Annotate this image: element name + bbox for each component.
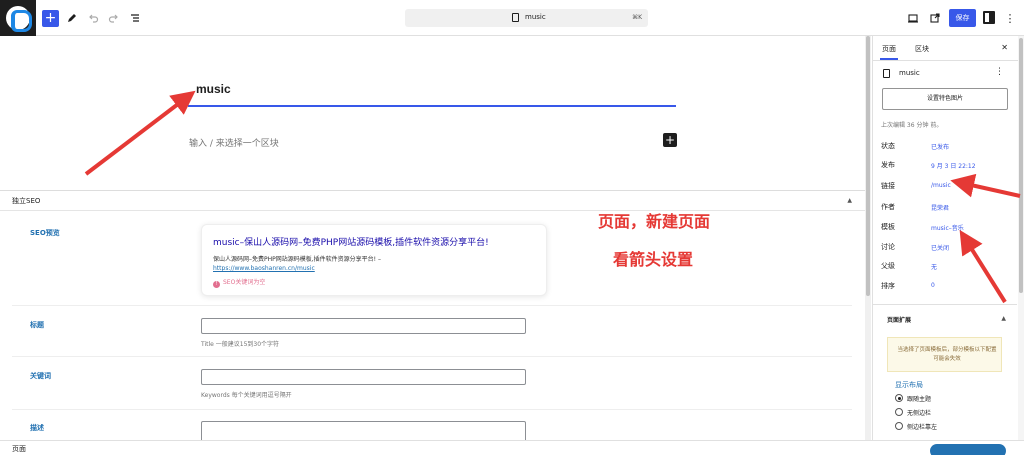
prop-template-value[interactable]: music–音乐 [931, 223, 964, 232]
seo-meta-box: 独立SEO ▲ SEO预览 music–保山人源码网–免费PHP网站源码模板,插… [0, 190, 866, 443]
seo-keyword-warning: ! SEO关键词为空 [213, 277, 265, 288]
seo-row-divider [12, 409, 852, 410]
view-page-external-icon[interactable] [929, 10, 941, 26]
sidebar-divider [873, 304, 1017, 305]
seo-preview-card: music–保山人源码网–免费PHP网站源码模板,插件软件资源分享平台! 保山人… [201, 224, 547, 296]
title-focus-underline [188, 105, 676, 107]
sidebar-scrollbar[interactable] [1018, 36, 1024, 440]
preview-device-icon[interactable] [907, 10, 919, 26]
block-placeholder[interactable]: 输入 / 来选择一个区块 [189, 136, 279, 149]
seo-title-help: Title 一般建议15到30个字符 [201, 341, 280, 348]
site-logo[interactable] [0, 0, 36, 36]
warning-icon: ! [213, 281, 220, 288]
seo-keywords-label: 关键词 [30, 372, 51, 380]
collapse-caret-icon[interactable]: ▲ [847, 197, 852, 204]
seo-preview-description: 保山人源码网–免费PHP网站源码模板,插件软件资源分享平台! – [213, 256, 381, 263]
prop-order-label: 排序 [881, 282, 895, 290]
prop-link-value[interactable]: /music [931, 182, 951, 189]
seo-preview-url[interactable]: https://www.baoshanren.cn/music [213, 265, 315, 272]
prop-discussion-value[interactable]: 已关闭 [931, 243, 949, 252]
block-inserter-toggle[interactable]: + [42, 10, 59, 27]
seo-title-input[interactable] [201, 318, 526, 334]
close-icon[interactable]: ✕ [1001, 43, 1008, 52]
layout-option-label: 无侧边栏 [907, 410, 932, 417]
prop-publish-value[interactable]: 9 月 3 日 22:12 [931, 161, 976, 170]
logo-mark-icon [6, 6, 32, 32]
editor-scrollbar-thumb[interactable] [866, 36, 870, 296]
settings-sidebar: 页面 区块 ✕ music ⋮ 设置特色图片 上次编辑 36 分钟 前。 状态 … [872, 36, 1024, 440]
page-doc-icon [883, 69, 890, 78]
seo-row-divider [12, 305, 852, 306]
layout-radio-no-sidebar[interactable] [895, 408, 903, 416]
footer-breadcrumb[interactable]: 页面 [12, 444, 26, 454]
inline-block-inserter-button[interactable]: + [663, 133, 677, 147]
prop-parent-label: 父级 [881, 262, 895, 270]
document-overview-icon[interactable] [129, 10, 141, 26]
command-bar-title: music [525, 13, 546, 21]
floating-help-button[interactable] [930, 444, 1006, 455]
redo-icon[interactable] [108, 10, 120, 26]
seo-title-label: 标题 [30, 321, 44, 329]
options-menu-icon[interactable]: ⋮ [1005, 10, 1016, 26]
layout-radio-sidebar-left[interactable] [895, 422, 903, 430]
annotation-text-1: 页面，新建页面 [598, 212, 711, 231]
sidebar-tabs: 页面 区块 ✕ [873, 36, 1024, 61]
page-extension-title[interactable]: 页面扩展 [887, 315, 911, 324]
editor-canvas: music 输入 / 来选择一个区块 + [0, 36, 866, 190]
collapse-caret-icon[interactable]: ▲ [1001, 315, 1006, 322]
prop-status-value[interactable]: 已发布 [931, 142, 949, 151]
prop-link-label: 链接 [881, 182, 895, 190]
tab-block[interactable]: 区块 [915, 44, 929, 54]
page-doc-icon [512, 13, 519, 22]
template-notice-text: 当选择了页面模板后，部分模板以下配置可能会失效 [897, 347, 997, 362]
annotation-text-2: 看箭头设置 [613, 250, 694, 269]
prop-status-label: 状态 [881, 142, 895, 150]
seo-desc-label: 描述 [30, 424, 44, 432]
sidebar-scrollbar-thumb[interactable] [1019, 38, 1023, 293]
command-shortcut: ⌘K [632, 14, 642, 21]
layout-option-label: 侧边栏靠左 [907, 424, 938, 431]
prop-author-label: 作者 [881, 203, 895, 211]
post-title-input[interactable]: music [196, 82, 231, 96]
seo-box-title: 独立SEO [12, 197, 41, 205]
more-options-icon[interactable]: ⋮ [995, 67, 1004, 77]
seo-preview-title: music–保山人源码网–免费PHP网站源码模板,插件软件资源分享平台! [213, 238, 489, 248]
sidebar-doc-name: music [899, 69, 920, 77]
prop-parent-value[interactable]: 无 [931, 262, 937, 271]
command-palette-bar[interactable]: music ⌘K [405, 9, 648, 27]
seo-row-divider [12, 356, 852, 357]
prop-template-label: 模板 [881, 223, 895, 231]
settings-panel-toggle-icon[interactable] [983, 11, 995, 24]
editor-scrollbar[interactable] [865, 36, 871, 440]
prop-publish-label: 发布 [881, 161, 895, 169]
seo-box-header[interactable]: 独立SEO ▲ [0, 191, 866, 211]
layout-title: 显示布局 [895, 381, 923, 389]
prop-order-value[interactable]: 0 [931, 282, 935, 289]
layout-option-label: 跟随主题 [907, 396, 932, 403]
last-edited-text: 上次编辑 36 分钟 前。 [881, 122, 943, 129]
top-toolbar: + music ⌘K 保存 ⋮ [0, 0, 1024, 36]
template-notice: 当选择了页面模板后，部分模板以下配置可能会失效 [887, 337, 1002, 372]
pencil-tool-icon[interactable] [66, 10, 78, 26]
tab-page[interactable]: 页面 [880, 44, 898, 60]
seo-keyword-warning-text: SEO关键词为空 [223, 279, 266, 286]
editor-app: + music ⌘K 保存 ⋮ music 输入 / 来选择一个区块 + 独立S… [0, 0, 1024, 455]
prop-discussion-label: 讨论 [881, 243, 895, 251]
prop-author-value[interactable]: 昆荣君 [931, 203, 949, 212]
seo-keywords-input[interactable] [201, 369, 526, 385]
undo-icon[interactable] [87, 10, 99, 26]
set-featured-image-button[interactable]: 设置特色图片 [882, 88, 1008, 110]
layout-radio-follow-theme[interactable] [895, 394, 903, 402]
save-button[interactable]: 保存 [949, 9, 976, 27]
seo-preview-label: SEO预览 [30, 229, 60, 237]
editor-footer: 页面 [0, 440, 1024, 455]
seo-keywords-help: Keywords 每个关键词用逗号隔开 [201, 392, 292, 399]
